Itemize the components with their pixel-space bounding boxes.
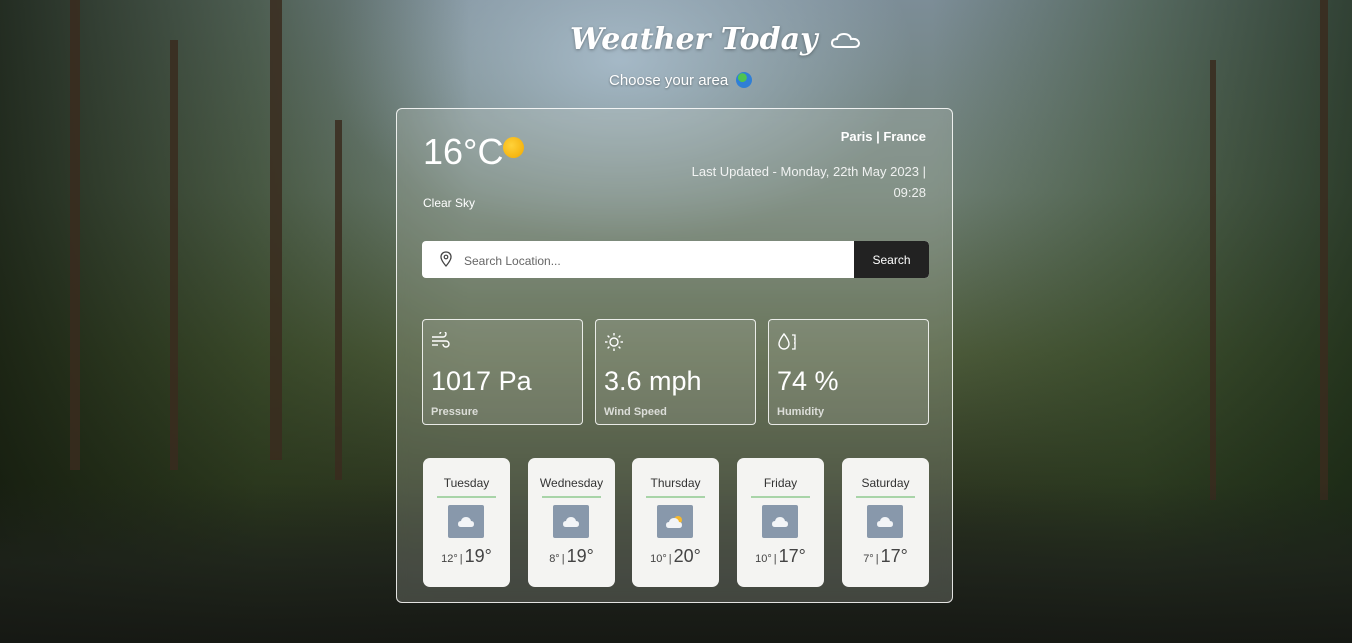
cloud-icon xyxy=(553,505,589,538)
pressure-label: Pressure xyxy=(431,406,479,418)
humidity-label: Humidity xyxy=(777,406,825,418)
forecast-divider xyxy=(542,496,601,498)
forecast-day-name: Wednesday xyxy=(539,476,604,490)
temp-separator: | xyxy=(459,553,463,565)
forecast-high: 19° xyxy=(566,546,594,566)
last-updated: Last Updated - Monday, 22th May 2023 | 0… xyxy=(691,164,926,200)
forecast-temps: 8° | 19° xyxy=(528,546,615,567)
forecast-high: 20° xyxy=(673,546,701,566)
forecast-high: 17° xyxy=(880,546,908,566)
wind-speed-label: Wind Speed xyxy=(604,406,667,418)
forecast-divider xyxy=(751,496,810,498)
forecast-low: 10° xyxy=(650,553,667,565)
forecast-low: 12° xyxy=(441,553,458,565)
forecast-high: 17° xyxy=(778,546,806,566)
globe-icon xyxy=(736,72,753,88)
forecast-low: 10° xyxy=(755,553,772,565)
search-bar: Search xyxy=(422,241,929,278)
forecast-day-card: Wednesday 8° | 19° xyxy=(528,458,615,587)
search-input[interactable] xyxy=(462,241,846,278)
humidity-value: 74 % xyxy=(777,366,839,396)
forecast-divider xyxy=(437,496,496,498)
forecast-temps: 7° | 17° xyxy=(842,546,929,567)
sun-outline-icon xyxy=(604,332,624,356)
forecast-high: 19° xyxy=(464,546,492,566)
forecast-divider xyxy=(856,496,915,498)
forecast-temps: 10° | 17° xyxy=(737,546,824,567)
forecast-low: 7° xyxy=(863,553,874,565)
partly-cloudy-icon xyxy=(657,505,693,538)
forecast-day-card: Tuesday 12° | 19° xyxy=(423,458,510,587)
current-temperature: 16°C xyxy=(423,131,504,172)
wind-speed-value: 3.6 mph xyxy=(604,366,702,396)
forecast-temps: 10° | 20° xyxy=(632,546,719,567)
forecast-day-card: Saturday 7° | 17° xyxy=(842,458,929,587)
search-button[interactable]: Search xyxy=(854,241,929,278)
humidity-card: 74 % Humidity xyxy=(768,319,929,425)
droplet-icon xyxy=(777,332,797,356)
forecast-divider xyxy=(646,496,705,498)
temp-separator: | xyxy=(773,553,777,565)
forecast-day-name: Thursday xyxy=(650,476,701,490)
temp-separator: | xyxy=(668,553,672,565)
cloud-icon xyxy=(448,505,484,538)
cloud-icon xyxy=(867,505,903,538)
pressure-card: 1017 Pa Pressure xyxy=(422,319,583,425)
forecast-low: 8° xyxy=(549,553,560,565)
current-location: Paris | France xyxy=(840,129,926,144)
wind-speed-card: 3.6 mph Wind Speed xyxy=(595,319,756,425)
cloud-icon xyxy=(762,505,798,538)
pressure-value: 1017 Pa xyxy=(431,366,532,396)
app-title: Weather Today xyxy=(570,22,860,59)
location-pin-icon xyxy=(440,251,452,271)
temp-separator: | xyxy=(875,553,879,565)
current-condition: Clear Sky xyxy=(423,196,476,210)
subtitle-text: Choose your area xyxy=(609,72,729,89)
weather-card: 16°C Clear Sky Paris | France Last Updat… xyxy=(396,108,953,603)
cloud-icon xyxy=(830,24,862,59)
forecast-day-card: Thursday 10° | 20° xyxy=(632,458,719,587)
forecast-day-name: Tuesday xyxy=(443,476,490,490)
wind-icon xyxy=(431,330,451,352)
forecast-temps: 12° | 19° xyxy=(423,546,510,567)
forecast-day-name: Friday xyxy=(763,476,798,490)
forecast-day-name: Saturday xyxy=(861,476,910,490)
app-title-text: Weather Today xyxy=(570,22,818,57)
temp-separator: | xyxy=(561,553,565,565)
forecast-day-card: Friday 10° | 17° xyxy=(737,458,824,587)
sun-icon xyxy=(503,137,524,158)
subtitle: Choose your area xyxy=(609,72,753,89)
